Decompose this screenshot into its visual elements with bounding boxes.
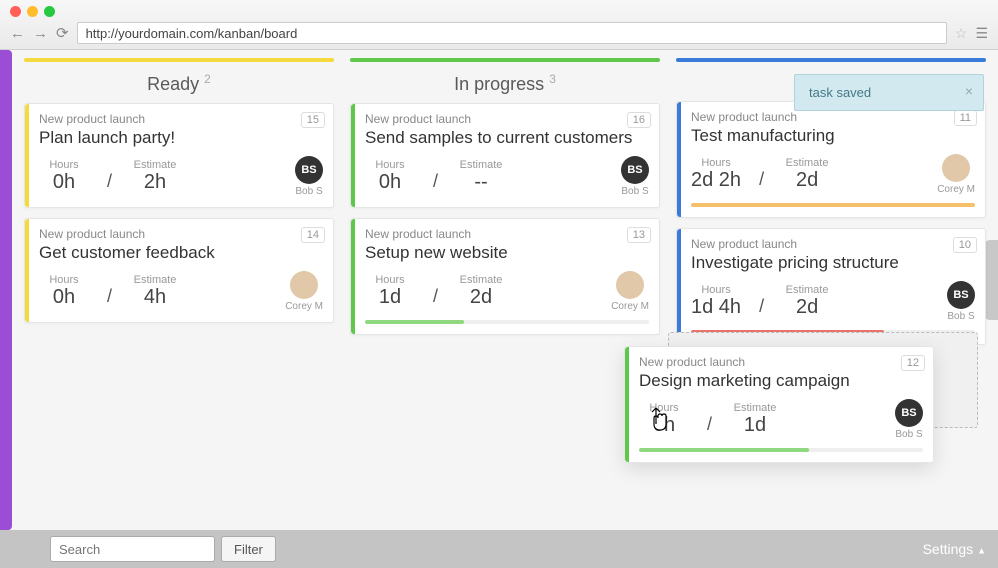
close-window-icon[interactable] [10, 6, 21, 17]
task-card[interactable]: 10 New product launch Investigate pricin… [676, 228, 986, 345]
card-project: New product launch [365, 112, 649, 126]
assignee: BS Bob S [621, 156, 649, 197]
avatar-icon [290, 271, 318, 299]
nav-row: ← → ⟳ http://yourdomain.com/kanban/board… [0, 18, 998, 48]
assignee: Corey M [611, 271, 649, 312]
close-icon[interactable]: × [965, 83, 973, 99]
card-stripe [25, 104, 29, 207]
progress-bar [691, 203, 975, 207]
card-stripe [625, 347, 629, 462]
task-card-dragging[interactable]: 12 New product launch Design marketing c… [624, 346, 934, 463]
card-number: 16 [627, 112, 651, 128]
avatar-icon: BS [947, 281, 975, 309]
browser-chrome: ← → ⟳ http://yourdomain.com/kanban/board… [0, 0, 998, 50]
column-title: In progress 3 [344, 62, 666, 103]
card-metrics: Hours 0h / Estimate -- BS Bob S [365, 156, 649, 197]
card-title: Get customer feedback [39, 243, 323, 263]
card-number: 11 [954, 110, 977, 126]
column-ready: Ready 2 15 New product launch Plan launc… [18, 58, 340, 530]
task-card[interactable]: 15 New product launch Plan launch party!… [24, 103, 334, 208]
settings-button[interactable]: Settings ▲ [923, 541, 986, 557]
card-number: 12 [901, 355, 925, 371]
filter-button[interactable]: Filter [221, 536, 276, 562]
card-title: Setup new website [365, 243, 649, 263]
assignee: BS Bob S [895, 399, 923, 440]
card-metrics: Hours 1d 4h / Estimate 2d BS Bob S [691, 281, 975, 322]
card-title: Test manufacturing [691, 126, 975, 146]
card-stripe [351, 219, 355, 334]
task-card[interactable]: 16 New product launch Send samples to cu… [350, 103, 660, 208]
card-number: 10 [953, 237, 977, 253]
card-title: Plan launch party! [39, 128, 323, 148]
task-card[interactable]: 14 New product launch Get customer feedb… [24, 218, 334, 323]
card-metrics: Hours 2d 2h / Estimate 2d Corey M [691, 154, 975, 195]
card-title: Investigate pricing structure [691, 253, 975, 273]
toast-notification: task saved × [794, 74, 984, 111]
back-icon[interactable]: ← [10, 25, 25, 42]
column-in-progress: In progress 3 16 New product launch Send… [344, 58, 666, 530]
card-metrics: Hours 0h / Estimate 2h BS Bob S [39, 156, 323, 197]
card-title: Send samples to current customers [365, 128, 649, 148]
toast-text: task saved [809, 85, 871, 100]
card-project: New product launch [691, 237, 975, 251]
avatar-icon: BS [295, 156, 323, 184]
column-title: Ready 2 [18, 62, 340, 103]
reload-icon[interactable]: ⟳ [56, 24, 69, 42]
progress-bar [365, 320, 649, 324]
assignee: Corey M [937, 154, 975, 195]
card-project: New product launch [639, 355, 923, 369]
avatar-icon: BS [621, 156, 649, 184]
progress-bar [639, 448, 923, 452]
left-collapsed-column[interactable] [0, 50, 12, 530]
menu-icon[interactable]: ☰ [975, 25, 988, 42]
forward-icon[interactable]: → [33, 25, 48, 42]
bookmark-icon[interactable]: ☆ [955, 25, 968, 42]
footer-bar: Filter Settings ▲ [0, 530, 998, 568]
task-card[interactable]: 11 New product launch Test manufacturing… [676, 101, 986, 218]
assignee: Corey M [285, 271, 323, 312]
card-number: 14 [301, 227, 325, 243]
avatar-icon [616, 271, 644, 299]
card-project: New product launch [365, 227, 649, 241]
search-input[interactable] [50, 536, 215, 562]
card-metrics: Hours 1d / Estimate 2d Corey M [365, 271, 649, 312]
card-number: 13 [627, 227, 651, 243]
card-number: 15 [301, 112, 325, 128]
card-stripe [677, 229, 681, 344]
avatar-icon [942, 154, 970, 182]
assignee: BS Bob S [947, 281, 975, 322]
card-title: Design marketing campaign [639, 371, 923, 391]
card-stripe [25, 219, 29, 322]
minimize-window-icon[interactable] [27, 6, 38, 17]
card-metrics: Hours 6h / Estimate 1d BS Bob S [639, 399, 923, 440]
url-bar[interactable]: http://yourdomain.com/kanban/board [77, 22, 947, 44]
window-controls [0, 0, 998, 18]
maximize-window-icon[interactable] [44, 6, 55, 17]
card-stripe [677, 102, 681, 217]
card-project: New product launch [691, 110, 975, 124]
card-metrics: Hours 0h / Estimate 4h Corey M [39, 271, 323, 312]
avatar-icon: BS [895, 399, 923, 427]
chevron-up-icon: ▲ [977, 545, 986, 555]
assignee: BS Bob S [295, 156, 323, 197]
card-project: New product launch [39, 112, 323, 126]
task-card[interactable]: 13 New product launch Setup new website … [350, 218, 660, 335]
card-project: New product launch [39, 227, 323, 241]
card-stripe [351, 104, 355, 207]
